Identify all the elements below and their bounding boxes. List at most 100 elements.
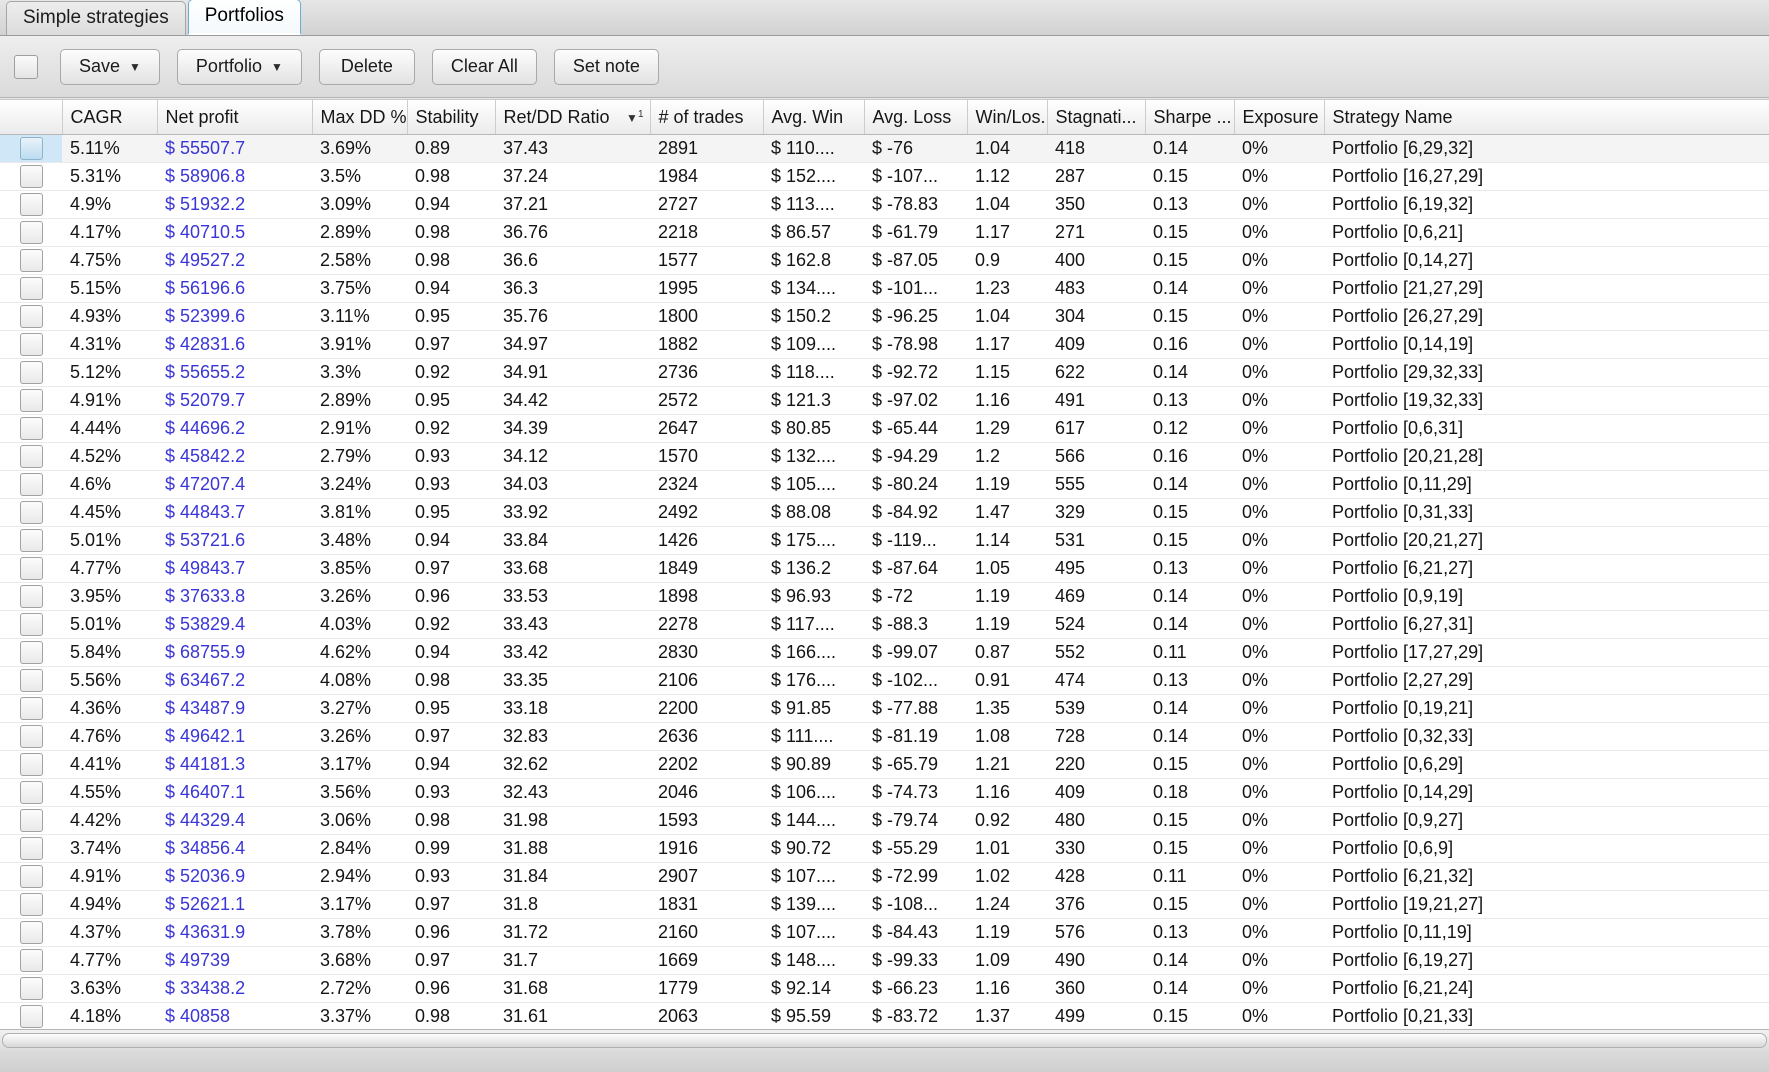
table-row[interactable]: 4.6% $ 47207.4 3.24% 0.93 34.03 2324 $ 105....… <box>0 470 1769 499</box>
row-checkbox-cell[interactable] <box>0 442 62 471</box>
column-header-max-dd[interactable]: Max DD % <box>312 100 408 135</box>
column-header-exposure[interactable]: Exposure <box>1234 100 1325 135</box>
row-checkbox-cell[interactable] <box>0 862 62 891</box>
portfolio-button[interactable]: Portfolio ▼ <box>176 48 302 85</box>
table-row[interactable]: 5.01% $ 53721.6 3.48% 0.94 33.84 1426 $ 175...… <box>0 526 1769 555</box>
column-header-stability[interactable]: Stability <box>407 100 496 135</box>
row-checkbox-cell[interactable] <box>0 582 62 611</box>
row-checkbox[interactable] <box>19 725 43 748</box>
row-checkbox-cell[interactable] <box>0 946 62 975</box>
row-checkbox[interactable] <box>19 165 43 188</box>
table-row[interactable]: 5.01% $ 53829.4 4.03% 0.92 33.43 2278 $ 117...… <box>0 610 1769 639</box>
column-header-cagr[interactable]: CAGR <box>62 100 158 135</box>
row-checkbox-cell[interactable] <box>0 302 62 331</box>
row-checkbox-cell[interactable] <box>0 190 62 219</box>
row-checkbox-cell[interactable] <box>0 890 62 919</box>
table-row[interactable]: 5.15% $ 56196.6 3.75% 0.94 36.3 1995 $ 134....… <box>0 274 1769 303</box>
row-checkbox[interactable] <box>19 753 43 776</box>
column-header-retdd-ratio[interactable]: Ret/DD Ratio ▼1 <box>495 100 651 135</box>
row-checkbox-cell[interactable] <box>0 778 62 807</box>
row-checkbox[interactable] <box>19 921 43 944</box>
table-row[interactable]: 4.75% $ 49527.2 2.58% 0.98 36.6 1577 $ 162.8 $ … <box>0 246 1769 275</box>
column-header-avg-win[interactable]: Avg. Win <box>763 100 865 135</box>
row-checkbox[interactable] <box>19 333 43 356</box>
row-checkbox-cell[interactable] <box>0 610 62 639</box>
column-header-net-profit[interactable]: Net profit <box>157 100 313 135</box>
row-checkbox[interactable] <box>19 417 43 440</box>
row-checkbox[interactable] <box>19 361 43 384</box>
row-checkbox[interactable] <box>19 221 43 244</box>
table-row[interactable]: 4.76% $ 49642.1 3.26% 0.97 32.83 2636 $ 111...… <box>0 722 1769 751</box>
table-row[interactable]: 4.52% $ 45842.2 2.79% 0.93 34.12 1570 $ 132...… <box>0 442 1769 471</box>
table-row[interactable]: 4.9% $ 51932.2 3.09% 0.94 37.21 2727 $ 113....… <box>0 190 1769 219</box>
table-row[interactable]: 5.11% $ 55507.7 3.69% 0.89 37.43 2891 $ 110...… <box>0 134 1769 163</box>
column-header-num-trades[interactable]: # of trades <box>650 100 764 135</box>
row-checkbox-cell[interactable] <box>0 694 62 723</box>
row-checkbox-cell[interactable] <box>0 162 62 191</box>
table-row[interactable]: 4.37% $ 43631.9 3.78% 0.96 31.72 2160 $ 107...… <box>0 918 1769 947</box>
row-checkbox[interactable] <box>19 613 43 636</box>
table-row[interactable]: 3.95% $ 37633.8 3.26% 0.96 33.53 1898 $ 96.93 $… <box>0 582 1769 611</box>
table-row[interactable]: 4.55% $ 46407.1 3.56% 0.93 32.43 2046 $ 106...… <box>0 778 1769 807</box>
row-checkbox-cell[interactable] <box>0 526 62 555</box>
row-checkbox-cell[interactable] <box>0 918 62 947</box>
column-header-strategy-name[interactable]: Strategy Name <box>1324 100 1769 135</box>
table-row[interactable]: 4.36% $ 43487.9 3.27% 0.95 33.18 2200 $ 91.85 $… <box>0 694 1769 723</box>
row-checkbox[interactable] <box>19 641 43 664</box>
row-checkbox-cell[interactable] <box>0 246 62 275</box>
row-checkbox-cell[interactable] <box>0 750 62 779</box>
set-note-button[interactable]: Set note <box>553 48 659 85</box>
table-row[interactable]: 4.41% $ 44181.3 3.17% 0.94 32.62 2202 $ 90.89 $… <box>0 750 1769 779</box>
row-checkbox[interactable] <box>19 781 43 804</box>
delete-button[interactable]: Delete <box>318 48 415 85</box>
table-row[interactable]: 4.17% $ 40710.5 2.89% 0.98 36.76 2218 $ 86.57 $… <box>0 218 1769 247</box>
row-checkbox-cell[interactable] <box>0 554 62 583</box>
row-checkbox[interactable] <box>19 949 43 972</box>
row-checkbox[interactable] <box>19 557 43 580</box>
row-checkbox[interactable] <box>19 529 43 552</box>
row-checkbox[interactable] <box>19 837 43 860</box>
table-row[interactable]: 4.31% $ 42831.6 3.91% 0.97 34.97 1882 $ 109...… <box>0 330 1769 359</box>
row-checkbox[interactable] <box>19 865 43 888</box>
row-checkbox-cell[interactable] <box>0 638 62 667</box>
table-row[interactable]: 5.84% $ 68755.9 4.62% 0.94 33.42 2830 $ 166...… <box>0 638 1769 667</box>
table-row[interactable]: 4.18% $ 40858 3.37% 0.98 31.61 2063 $ 95.59 $ -… <box>0 1002 1769 1030</box>
row-checkbox-cell[interactable] <box>0 806 62 835</box>
row-checkbox-cell[interactable] <box>0 498 62 527</box>
table-row[interactable]: 5.56% $ 63467.2 4.08% 0.98 33.35 2106 $ 176...… <box>0 666 1769 695</box>
table-row[interactable]: 4.93% $ 52399.6 3.11% 0.95 35.76 1800 $ 150.2 $… <box>0 302 1769 331</box>
row-checkbox[interactable] <box>19 277 43 300</box>
row-checkbox-cell[interactable] <box>0 386 62 415</box>
table-row[interactable]: 4.44% $ 44696.2 2.91% 0.92 34.39 2647 $ 80.85 $… <box>0 414 1769 443</box>
table-row[interactable]: 4.77% $ 49739 3.68% 0.97 31.7 1669 $ 148.... $ … <box>0 946 1769 975</box>
select-all-checkbox[interactable] <box>14 54 38 79</box>
row-checkbox[interactable] <box>19 193 43 216</box>
row-checkbox-cell[interactable] <box>0 134 62 163</box>
row-checkbox[interactable] <box>19 137 43 160</box>
table-row[interactable]: 4.91% $ 52036.9 2.94% 0.93 31.84 2907 $ 107...… <box>0 862 1769 891</box>
row-checkbox[interactable] <box>19 669 43 692</box>
column-header-avg-loss[interactable]: Avg. Loss <box>864 100 968 135</box>
table-row[interactable]: 3.74% $ 34856.4 2.84% 0.99 31.88 1916 $ 90.72 $… <box>0 834 1769 863</box>
column-header-win-loss[interactable]: Win/Los... <box>967 100 1048 135</box>
row-checkbox[interactable] <box>19 473 43 496</box>
row-checkbox-cell[interactable] <box>0 974 62 1003</box>
table-row[interactable]: 4.45% $ 44843.7 3.81% 0.95 33.92 2492 $ 88.08 $… <box>0 498 1769 527</box>
row-checkbox[interactable] <box>19 697 43 720</box>
tab-simple-strategies[interactable]: Simple strategies <box>6 1 186 35</box>
table-row[interactable]: 5.31% $ 58906.8 3.5% 0.98 37.24 1984 $ 152....… <box>0 162 1769 191</box>
row-checkbox-cell[interactable] <box>0 358 62 387</box>
row-checkbox-cell[interactable] <box>0 330 62 359</box>
column-header-sharpe[interactable]: Sharpe ... <box>1145 100 1235 135</box>
row-checkbox-cell[interactable] <box>0 218 62 247</box>
row-checkbox-cell[interactable] <box>0 470 62 499</box>
row-checkbox-cell[interactable] <box>0 722 62 751</box>
clear-all-button[interactable]: Clear All <box>431 48 537 85</box>
save-button[interactable]: Save ▼ <box>60 48 160 85</box>
scrollbar-thumb[interactable] <box>2 1033 1767 1048</box>
table-row[interactable]: 4.77% $ 49843.7 3.85% 0.97 33.68 1849 $ 136.2 $… <box>0 554 1769 583</box>
row-checkbox[interactable] <box>19 249 43 272</box>
table-row[interactable]: 4.91% $ 52079.7 2.89% 0.95 34.42 2572 $ 121.3 $… <box>0 386 1769 415</box>
row-checkbox-cell[interactable] <box>0 274 62 303</box>
row-checkbox[interactable] <box>19 389 43 412</box>
